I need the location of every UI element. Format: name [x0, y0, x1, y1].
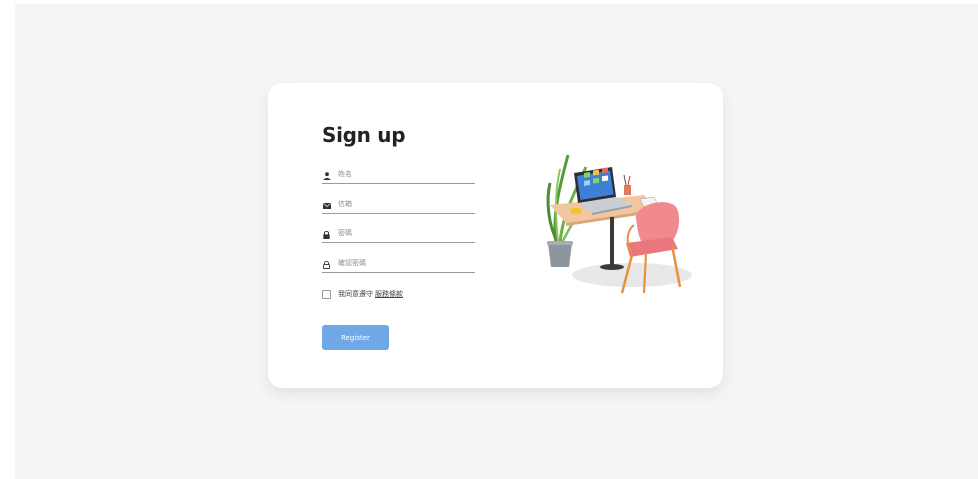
email-field	[322, 197, 475, 214]
user-icon	[322, 171, 331, 180]
terms-link[interactable]: 服務條款	[375, 289, 403, 299]
confirm-password-field	[322, 256, 475, 273]
page-title: Sign up	[322, 123, 406, 147]
email-input[interactable]	[338, 197, 472, 211]
lock-icon	[322, 230, 331, 239]
desk-laptop-illustration	[540, 145, 700, 305]
signup-card: Sign up 我同意遵守 服務條款 Register	[268, 83, 723, 388]
name-field	[322, 167, 475, 184]
password-input[interactable]	[338, 226, 472, 240]
password-field	[322, 226, 475, 243]
terms-checkbox[interactable]	[322, 289, 331, 299]
confirm-password-input[interactable]	[338, 256, 472, 270]
name-input[interactable]	[338, 167, 472, 181]
register-button[interactable]: Register	[322, 325, 389, 350]
terms-text: 我同意遵守	[338, 290, 373, 298]
lock-outline-icon	[322, 260, 331, 269]
terms-agreement: 我同意遵守 服務條款	[322, 289, 403, 299]
envelope-icon	[322, 201, 331, 210]
